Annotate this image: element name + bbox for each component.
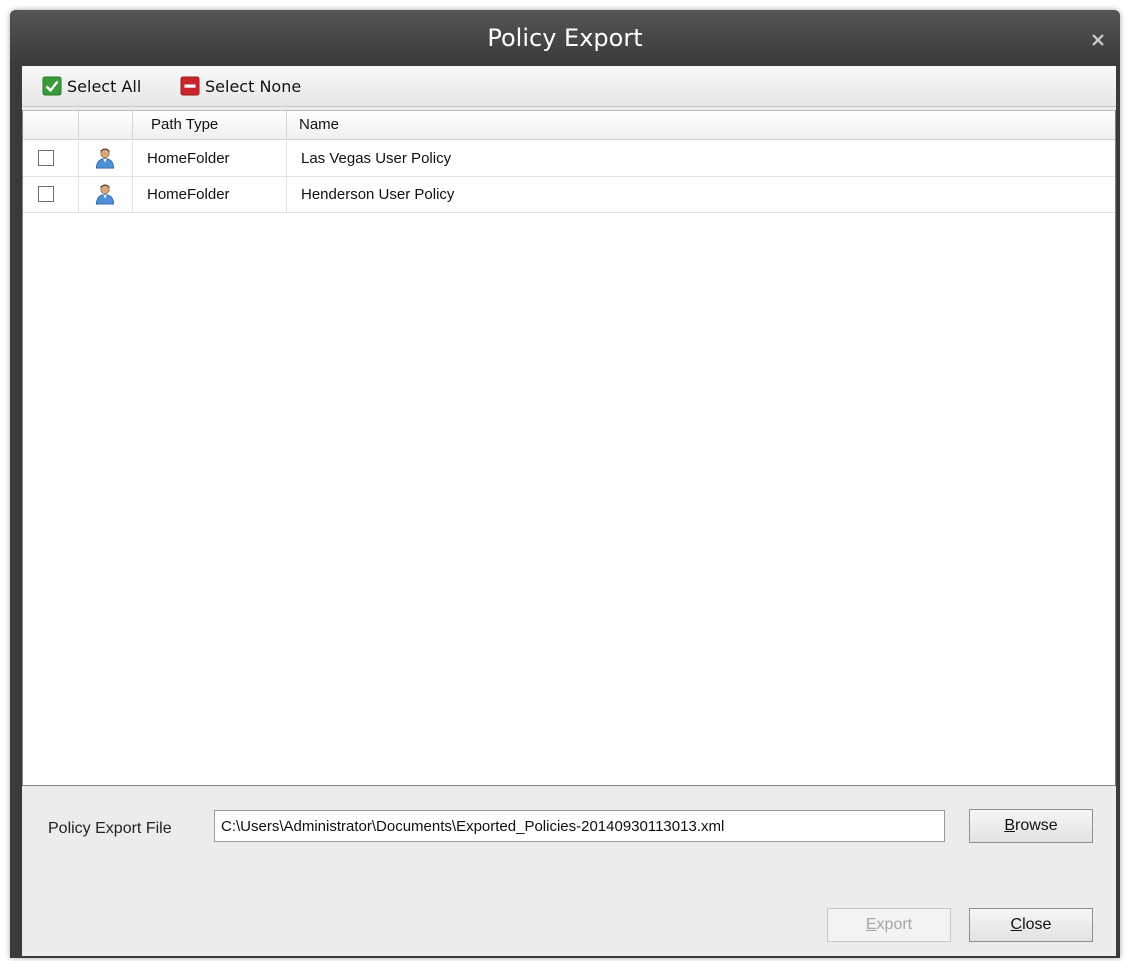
row-checkbox[interactable] [38, 150, 54, 166]
row-path-type: HomeFolder [133, 177, 287, 212]
list-header: Path Type Name [23, 111, 1115, 140]
close-mnemonic: C [1010, 916, 1023, 933]
header-icon-column[interactable] [79, 111, 133, 139]
row-path-type: HomeFolder [133, 141, 287, 176]
export-mnemonic: E [865, 916, 877, 933]
row-checkbox[interactable] [38, 186, 54, 202]
dialog-title: Policy Export [487, 24, 643, 52]
browse-button[interactable]: Browse [969, 809, 1093, 843]
row-check-cell [23, 177, 79, 212]
export-settings-panel: Policy Export File Browse Export Close [22, 788, 1116, 956]
title-bar: Policy Export [10, 10, 1120, 66]
browse-label: rowse [1014, 817, 1058, 834]
row-check-cell [23, 141, 79, 176]
header-check-column[interactable] [23, 111, 79, 139]
policy-export-dialog: Policy Export Select All Select None Pat… [10, 10, 1120, 958]
select-none-label: Select None [205, 76, 302, 96]
select-all-button[interactable]: Select All [42, 74, 141, 98]
header-name[interactable]: Name [287, 111, 1115, 139]
select-all-label: Select All [67, 76, 142, 96]
export-label: xport [876, 916, 913, 933]
close-label: lose [1022, 916, 1052, 933]
green-check-icon [42, 76, 62, 96]
header-path-type[interactable]: Path Type [133, 111, 287, 139]
user-icon [95, 184, 115, 205]
select-none-button[interactable]: Select None [180, 74, 301, 98]
policy-export-file-input[interactable] [214, 810, 945, 842]
dialog-body: Select All Select None Path Type Name Ho… [22, 66, 1116, 956]
toolbar: Select All Select None [22, 66, 1116, 107]
table-row[interactable]: HomeFolder Las Vegas User Policy [23, 141, 1115, 177]
close-button[interactable]: Close [969, 908, 1093, 942]
close-icon[interactable] [1090, 32, 1106, 48]
user-icon [95, 148, 115, 169]
row-icon-cell [79, 177, 133, 212]
export-button[interactable]: Export [827, 908, 951, 942]
row-name: Las Vegas User Policy [301, 150, 452, 167]
browse-mnemonic: B [1004, 817, 1015, 834]
policy-list: Path Type Name HomeFolder Las Vegas User [22, 110, 1116, 786]
red-minus-icon [180, 76, 200, 96]
policy-export-file-label: Policy Export File [48, 820, 172, 837]
table-row[interactable]: HomeFolder Henderson User Policy [23, 177, 1115, 213]
row-icon-cell [79, 141, 133, 176]
row-name: Henderson User Policy [301, 186, 455, 203]
